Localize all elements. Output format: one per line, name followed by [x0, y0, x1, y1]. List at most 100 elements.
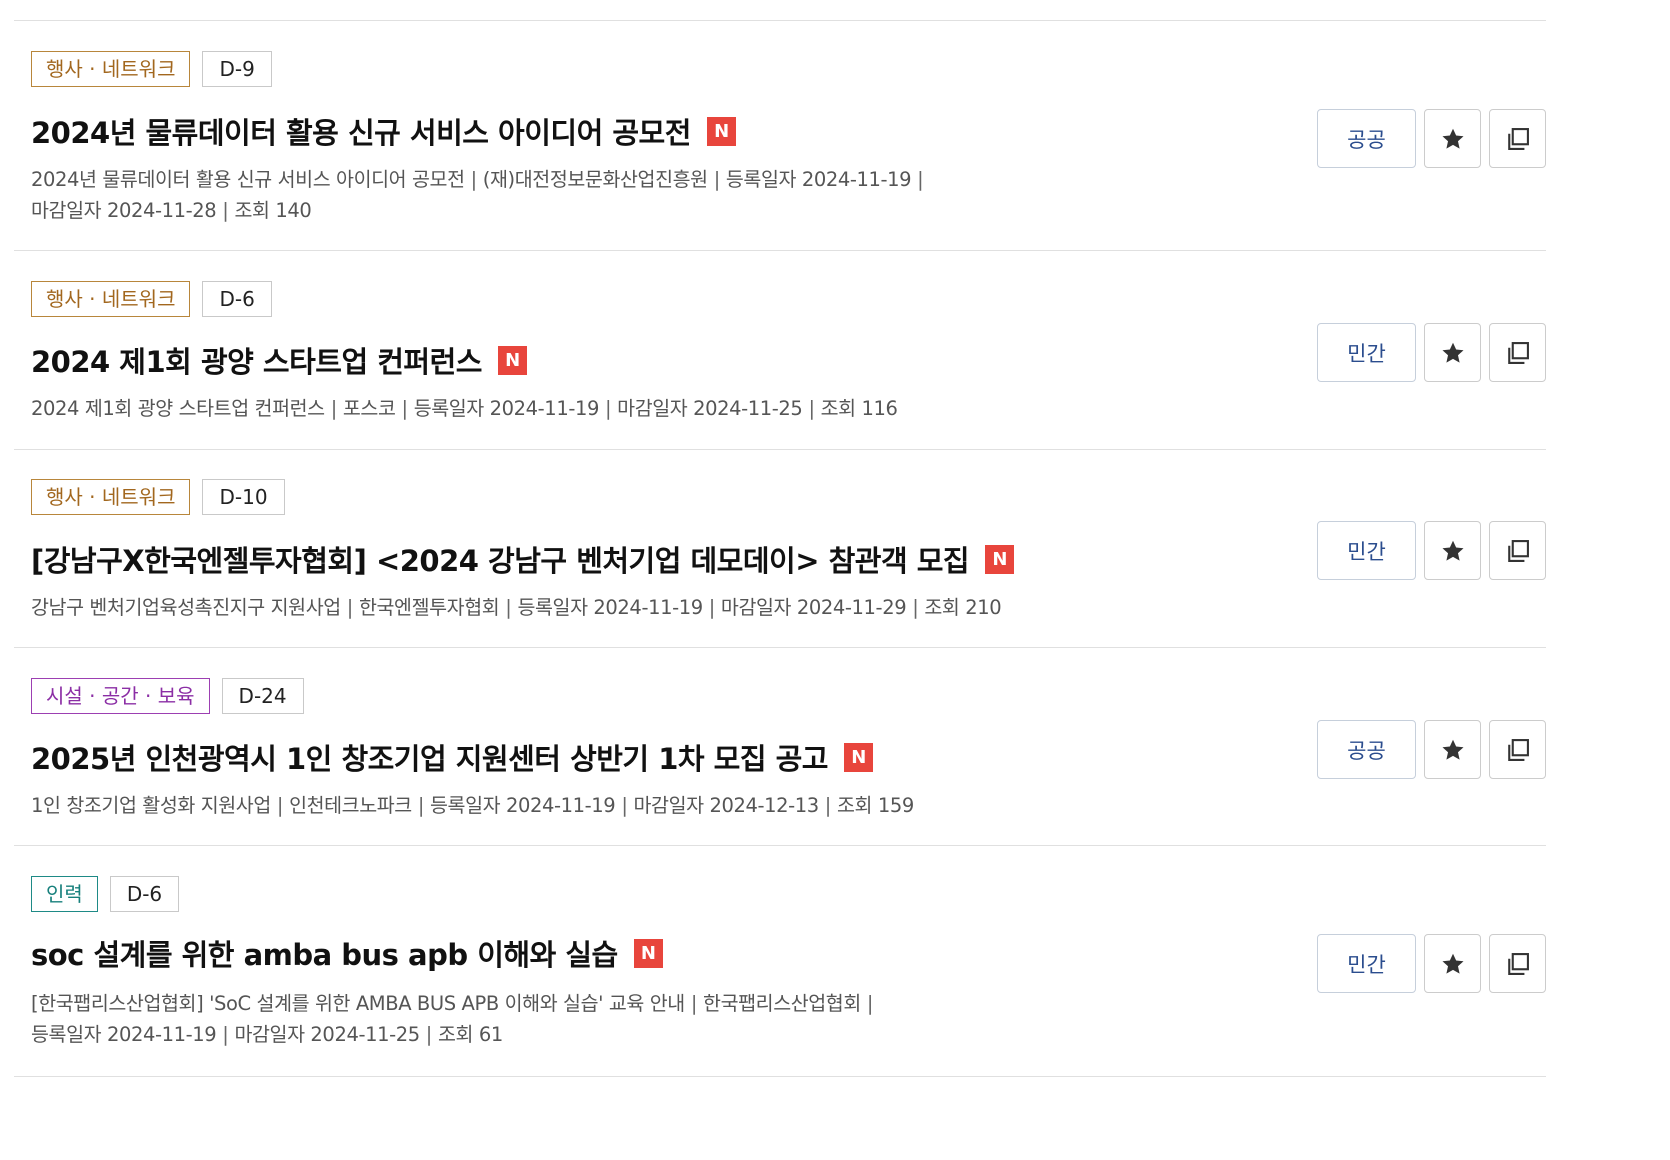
item-title[interactable]: 2025년 인천광역시 1인 창조기업 지원센터 상반기 1차 모집 공고 N: [31, 736, 873, 778]
meta-separator: |: [912, 596, 919, 619]
category-tag: 행사 · 네트워크: [31, 479, 191, 515]
list-item[interactable]: 행사 · 네트워크 D-10 [강남구X한국엔젤투자협회] <2024 강남구 …: [14, 450, 1546, 648]
item-title-text[interactable]: 2024년 물류데이터 활용 신규 서비스 아이디어 공모전: [31, 110, 691, 152]
tag-group: 행사 · 네트워크 D-9: [31, 51, 272, 87]
meta-field: (재)대전정보문화산업진흥원: [482, 168, 708, 191]
item-title-text[interactable]: 2025년 인천광역시 1인 창조기업 지원센터 상반기 1차 모집 공고: [31, 736, 828, 778]
list-item[interactable]: 행사 · 네트워크 D-9 2024년 물류데이터 활용 신규 서비스 아이디어…: [14, 20, 1546, 251]
category-tag: 시설 · 공간 · 보육: [31, 678, 210, 714]
meta-separator: |: [604, 397, 612, 420]
meta-field: 조회 116: [820, 397, 898, 420]
org-type-button[interactable]: 공공: [1317, 109, 1416, 168]
star-icon: [1441, 739, 1464, 760]
list-item[interactable]: 시설 · 공간 · 보육 D-24 2025년 인천광역시 1인 창조기업 지원…: [14, 648, 1546, 846]
dday-tag: D-6: [202, 281, 272, 317]
org-type-button[interactable]: 민간: [1317, 521, 1416, 580]
meta-field: 마감일자 2024-11-28: [31, 199, 217, 222]
copy-button[interactable]: [1489, 934, 1546, 993]
star-icon: [1441, 128, 1464, 149]
category-tag: 인력: [31, 876, 98, 912]
meta-field: 등록일자 2024-11-19: [31, 1023, 217, 1046]
copy-button[interactable]: [1489, 720, 1546, 779]
meta-separator: |: [917, 168, 924, 191]
meta-separator: |: [505, 596, 512, 619]
meta-separator: |: [330, 397, 338, 420]
item-meta: 2024 제1회 광양 스타트업 컨퍼런스 | 포스코 | 등록일자 2024-11-1…: [31, 393, 1031, 424]
meta-line: 2024년 물류데이터 활용 신규 서비스 아이디어 공모전 | (재)대전정보문화…: [31, 164, 1031, 195]
org-type-button[interactable]: 민간: [1317, 323, 1416, 382]
dday-tag: D-9: [202, 51, 272, 87]
item-title[interactable]: 2024년 물류데이터 활용 신규 서비스 아이디어 공모전 N: [31, 110, 736, 152]
item-actions: 민간: [1317, 323, 1546, 382]
favorite-button[interactable]: [1424, 109, 1481, 168]
copy-button[interactable]: [1489, 323, 1546, 382]
meta-separator: |: [690, 992, 698, 1015]
item-actions: 공공: [1317, 720, 1546, 779]
meta-field: 마감일자 2024-11-25: [234, 1023, 420, 1046]
meta-line: 1인 창조기업 활성화 지원사업 | 인천테크노파크 | 등록일자 2024-11-19…: [31, 790, 1031, 821]
item-title[interactable]: 2024 제1회 광양 스타트업 컨퍼런스 N: [31, 339, 527, 381]
meta-separator: |: [222, 199, 229, 222]
dday-tag: D-24: [221, 678, 304, 714]
item-actions: 민간: [1317, 521, 1546, 580]
category-tag: 행사 · 네트워크: [31, 51, 191, 87]
item-title-text[interactable]: soc 설계를 위한 amba bus apb 이해와 실습: [31, 932, 618, 974]
meta-separator: |: [470, 168, 478, 191]
copy-button[interactable]: [1489, 109, 1546, 168]
meta-separator: |: [866, 992, 874, 1015]
meta-field: 마감일자 2024-11-29: [720, 596, 907, 619]
item-title[interactable]: [강남구X한국엔젤투자협회] <2024 강남구 벤처기업 데모데이> 참관객 …: [31, 538, 1015, 580]
meta-line: 강남구 벤처기업육성촉진지구 지원사업 | 한국엔젤투자협회 | 등록일자 2024-1…: [31, 592, 1131, 623]
favorite-button[interactable]: [1424, 521, 1481, 580]
copy-icon: [1507, 127, 1529, 150]
favorite-button[interactable]: [1424, 720, 1481, 779]
item-title-text[interactable]: [강남구X한국엔젤투자협회] <2024 강남구 벤처기업 데모데이> 참관객 …: [31, 538, 970, 580]
list-item[interactable]: 인력 D-6 soc 설계를 위한 amba bus apb 이해와 실습 N …: [14, 846, 1546, 1077]
announcement-list: 행사 · 네트워크 D-9 2024년 물류데이터 활용 신규 서비스 아이디어…: [0, 0, 1670, 1160]
star-icon: [1441, 540, 1464, 561]
meta-field: 등록일자 2024-11-19: [725, 168, 912, 191]
meta-separator: |: [276, 794, 284, 817]
meta-line: [한국팹리스산업협회] 'SoC 설계를 위한 AMBA BUS APB 이해와…: [31, 988, 1031, 1019]
meta-field: 등록일자 2024-11-19: [517, 596, 703, 619]
item-meta: 2024년 물류데이터 활용 신규 서비스 아이디어 공모전 | (재)대전정보문화…: [31, 164, 1031, 226]
list-item[interactable]: 행사 · 네트워크 D-6 2024 제1회 광양 스타트업 컨퍼런스 N 20…: [14, 251, 1546, 450]
copy-button[interactable]: [1489, 521, 1546, 580]
meta-field: 조회 61: [437, 1023, 503, 1046]
meta-field: 마감일자 2024-12-13: [633, 794, 819, 817]
meta-field: 조회 140: [234, 199, 312, 222]
copy-icon: [1507, 738, 1529, 761]
tag-group: 인력 D-6: [31, 876, 180, 912]
new-badge: N: [497, 345, 527, 375]
dday-tag: D-6: [109, 876, 180, 912]
meta-separator: |: [222, 1023, 229, 1046]
meta-separator: |: [401, 397, 409, 420]
category-tag: 행사 · 네트워크: [31, 281, 191, 317]
meta-field: 조회 159: [836, 794, 914, 817]
meta-line: 2024 제1회 광양 스타트업 컨퍼런스 | 포스코 | 등록일자 2024-11-1…: [31, 393, 1031, 424]
item-actions: 공공: [1317, 109, 1546, 168]
item-actions: 민간: [1317, 934, 1546, 993]
copy-icon: [1507, 341, 1529, 364]
meta-field: 한국엔젤투자협회: [358, 596, 500, 619]
item-title[interactable]: soc 설계를 위한 amba bus apb 이해와 실습 N: [31, 932, 663, 974]
org-type-button[interactable]: 민간: [1317, 934, 1416, 993]
meta-separator: |: [425, 1023, 433, 1046]
favorite-button[interactable]: [1424, 323, 1481, 382]
favorite-button[interactable]: [1424, 934, 1481, 993]
item-meta: 강남구 벤처기업육성촉진지구 지원사업 | 한국엔젤투자협회 | 등록일자 2024-1…: [31, 592, 1131, 623]
meta-separator: |: [713, 168, 721, 191]
meta-field: 포스코: [342, 397, 396, 420]
dday-tag: D-10: [202, 479, 285, 515]
meta-separator: |: [417, 794, 425, 817]
meta-field: 조회 210: [924, 596, 1002, 619]
meta-separator: |: [824, 794, 832, 817]
star-icon: [1441, 953, 1464, 974]
new-badge: N: [985, 544, 1015, 574]
meta-line: 마감일자 2024-11-28 | 조회 140: [31, 195, 1031, 226]
item-title-text[interactable]: 2024 제1회 광양 스타트업 컨퍼런스: [31, 339, 482, 381]
copy-icon: [1507, 539, 1529, 562]
meta-separator: |: [708, 596, 716, 619]
star-icon: [1441, 342, 1464, 363]
org-type-button[interactable]: 공공: [1317, 720, 1416, 779]
